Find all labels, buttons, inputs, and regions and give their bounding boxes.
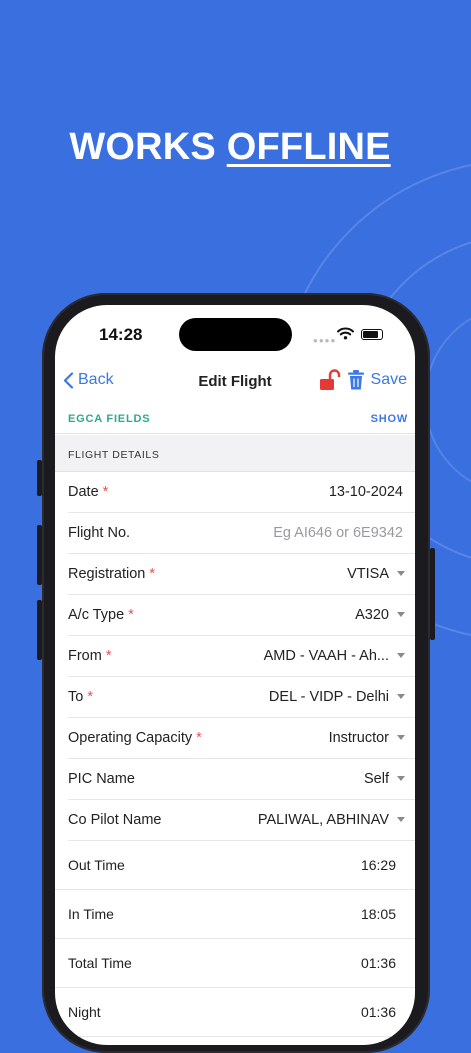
field-label: Flight No. xyxy=(68,525,131,541)
time-value: 01:36 xyxy=(360,1004,396,1020)
field-row-operating-capacity[interactable]: Operating Capacity * Instructor xyxy=(68,718,415,759)
headline: WORKS OFFLINE xyxy=(0,126,460,169)
field-value: AMD - VAAH - Ah... xyxy=(263,648,389,664)
field-value: Self xyxy=(364,771,389,787)
time-value: 18:05 xyxy=(360,906,396,922)
caret-down-icon xyxy=(397,653,405,658)
battery-icon xyxy=(361,329,383,340)
time-row-night[interactable]: Night 01:36 xyxy=(55,988,415,1037)
egca-show-button[interactable]: SHOW xyxy=(371,413,408,425)
time-label: Night xyxy=(68,1004,101,1020)
field-value: Instructor xyxy=(328,730,389,746)
field-label: Operating Capacity * xyxy=(68,730,202,746)
field-label: From * xyxy=(68,648,112,664)
field-row-ac-type[interactable]: A/c Type * A320 xyxy=(68,595,415,636)
required-mark: * xyxy=(102,484,109,500)
section-title: FLIGHT DETAILS xyxy=(68,449,160,461)
field-value: A320 xyxy=(355,607,389,623)
field-value: PALIWAL, ABHINAV xyxy=(257,812,389,828)
headline-part1: WORKS xyxy=(69,126,227,168)
caret-down-icon xyxy=(397,776,405,781)
required-mark: * xyxy=(128,607,134,623)
required-mark: * xyxy=(149,566,156,582)
required-mark: * xyxy=(105,648,112,664)
wifi-icon xyxy=(337,327,354,340)
dynamic-island xyxy=(179,318,292,351)
required-mark: * xyxy=(196,730,202,746)
phone-side-button xyxy=(37,460,42,496)
caret-down-icon xyxy=(397,571,405,576)
flight-fields-list: Date * 13-10-2024 Flight No. Eg AI646 or … xyxy=(55,472,415,1037)
time-label: In Time xyxy=(68,906,114,922)
section-header: FLIGHT DETAILS xyxy=(55,435,415,472)
egca-fields-bar: EGCA FIELDS SHOW xyxy=(55,405,415,434)
field-row-pic-name[interactable]: PIC Name Self xyxy=(68,759,415,800)
field-label: Date * xyxy=(68,484,109,500)
time-label: Out Time xyxy=(68,857,125,873)
field-label: A/c Type * xyxy=(68,607,134,623)
phone-screen: 14:28 ●●●● Back Edit Flight Save EGCA FI… xyxy=(55,305,415,1045)
caret-down-icon xyxy=(397,817,405,822)
time-label: Total Time xyxy=(68,955,132,971)
signal-icon: ●●●● xyxy=(313,336,337,345)
navigation-bar: Back Edit Flight Save xyxy=(55,363,415,403)
caret-down-icon xyxy=(397,612,405,617)
unlock-icon[interactable] xyxy=(319,369,341,391)
flight-no-input[interactable]: Eg AI646 or 6E9342 xyxy=(273,525,403,541)
time-value: 16:29 xyxy=(360,857,396,873)
caret-down-icon xyxy=(397,694,405,699)
field-row-from[interactable]: From * AMD - VAAH - Ah... xyxy=(68,636,415,677)
headline-part2: OFFLINE xyxy=(226,126,391,168)
nav-actions: Save xyxy=(319,369,407,391)
field-row-date[interactable]: Date * 13-10-2024 xyxy=(68,472,415,513)
egca-label: EGCA FIELDS xyxy=(68,413,151,425)
field-value: VTISA xyxy=(347,566,389,582)
field-label: To * xyxy=(68,689,93,705)
field-label: Co Pilot Name xyxy=(68,812,162,828)
phone-side-button xyxy=(430,548,435,640)
field-row-registration[interactable]: Registration * VTISA xyxy=(68,554,415,595)
status-bar: 14:28 ●●●● xyxy=(55,305,415,363)
field-value: DEL - VIDP - Delhi xyxy=(268,689,389,705)
field-label: PIC Name xyxy=(68,771,135,787)
field-value: 13-10-2024 xyxy=(328,484,403,500)
save-button[interactable]: Save xyxy=(371,371,407,389)
time-value: 01:36 xyxy=(360,955,396,971)
field-row-to[interactable]: To * DEL - VIDP - Delhi xyxy=(68,677,415,718)
phone-side-button xyxy=(37,525,42,585)
caret-down-icon xyxy=(397,735,405,740)
time-row-out[interactable]: Out Time 16:29 xyxy=(55,841,415,890)
trash-icon[interactable] xyxy=(347,369,365,391)
status-time: 14:28 xyxy=(99,325,143,344)
field-row-flight-no[interactable]: Flight No. Eg AI646 or 6E9342 xyxy=(68,513,415,554)
field-row-co-pilot-name[interactable]: Co Pilot Name PALIWAL, ABHINAV xyxy=(68,800,415,841)
time-row-total[interactable]: Total Time 01:36 xyxy=(55,939,415,988)
field-label: Registration * xyxy=(68,566,156,582)
phone-side-button xyxy=(37,600,42,660)
time-row-in[interactable]: In Time 18:05 xyxy=(55,890,415,939)
required-mark: * xyxy=(87,689,93,705)
